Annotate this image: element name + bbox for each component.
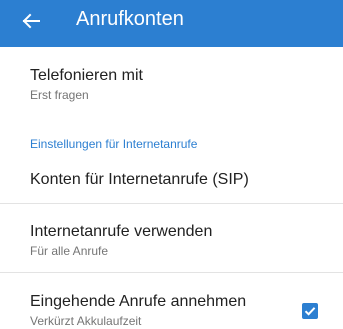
pref-title: Internetanrufe verwenden	[30, 223, 213, 240]
pref-sip-accounts[interactable]: Konten für Internetanrufe (SIP)	[30, 170, 249, 189]
pref-title: Telefonieren mit	[30, 67, 143, 84]
divider	[0, 203, 343, 204]
page-title: Anrufkonten	[76, 8, 184, 30]
pref-telefonieren-mit[interactable]: Telefonieren mit Erst fragen	[30, 66, 143, 103]
pref-receive-incoming-calls[interactable]: Eingehende Anrufe annehmen Verkürzt Akku…	[30, 292, 246, 329]
pref-summary: Für alle Anrufe	[30, 244, 109, 258]
pref-summary: Erst fragen	[30, 88, 89, 102]
pref-title: Konten für Internetanrufe (SIP)	[30, 171, 249, 188]
divider	[0, 272, 343, 273]
receive-incoming-calls-checkbox[interactable]	[302, 303, 318, 319]
pref-use-internet-calls[interactable]: Internetanrufe verwenden Für alle Anrufe	[30, 222, 212, 259]
app-bar: Anrufkonten	[0, 0, 343, 47]
back-button[interactable]	[16, 6, 46, 36]
arrow-left-icon	[16, 6, 46, 36]
checkmark-icon	[302, 303, 318, 319]
category-header-internet-calls: Einstellungen für Internetanrufe	[30, 137, 198, 151]
pref-title: Eingehende Anrufe annehmen	[30, 293, 247, 310]
